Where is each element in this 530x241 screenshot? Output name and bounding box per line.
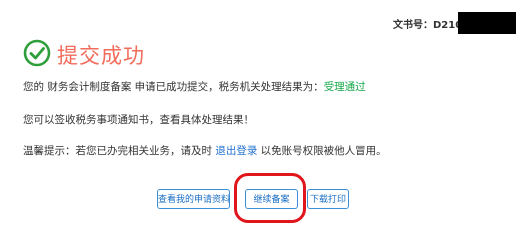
download-print-button[interactable]: 下载打印 xyxy=(307,189,349,209)
logout-link[interactable]: 退出登录 xyxy=(215,145,257,157)
notice-message: 您可以签收税务事项通知书，查看具体处理结果！ xyxy=(23,114,254,126)
document-number-label: 文书号： xyxy=(393,20,433,31)
view-records-button[interactable]: 查看我的申请资料 xyxy=(157,189,230,209)
tip-prefix: 温馨提示：若您已办完相关业务，请及时 xyxy=(23,145,216,157)
page-title: 提交成功 xyxy=(57,44,145,68)
result-message-text: 您的 财务会计制度备案 申请已成功提交，税务机关处理结果为： xyxy=(23,81,324,93)
redaction-box xyxy=(458,12,516,34)
tip-message: 温馨提示：若您已办完相关业务，请及时 退出登录 以免账号权限被他人冒用。 xyxy=(23,143,387,158)
check-circle-icon xyxy=(23,39,51,67)
tip-suffix: 以免账号权限被他人冒用。 xyxy=(257,145,387,157)
result-status: 受理通过 xyxy=(323,81,366,93)
result-message: 您的 财务会计制度备案 申请已成功提交，税务机关处理结果为：受理通过 xyxy=(23,79,366,94)
continue-filing-button[interactable]: 继续备案 xyxy=(245,189,298,209)
